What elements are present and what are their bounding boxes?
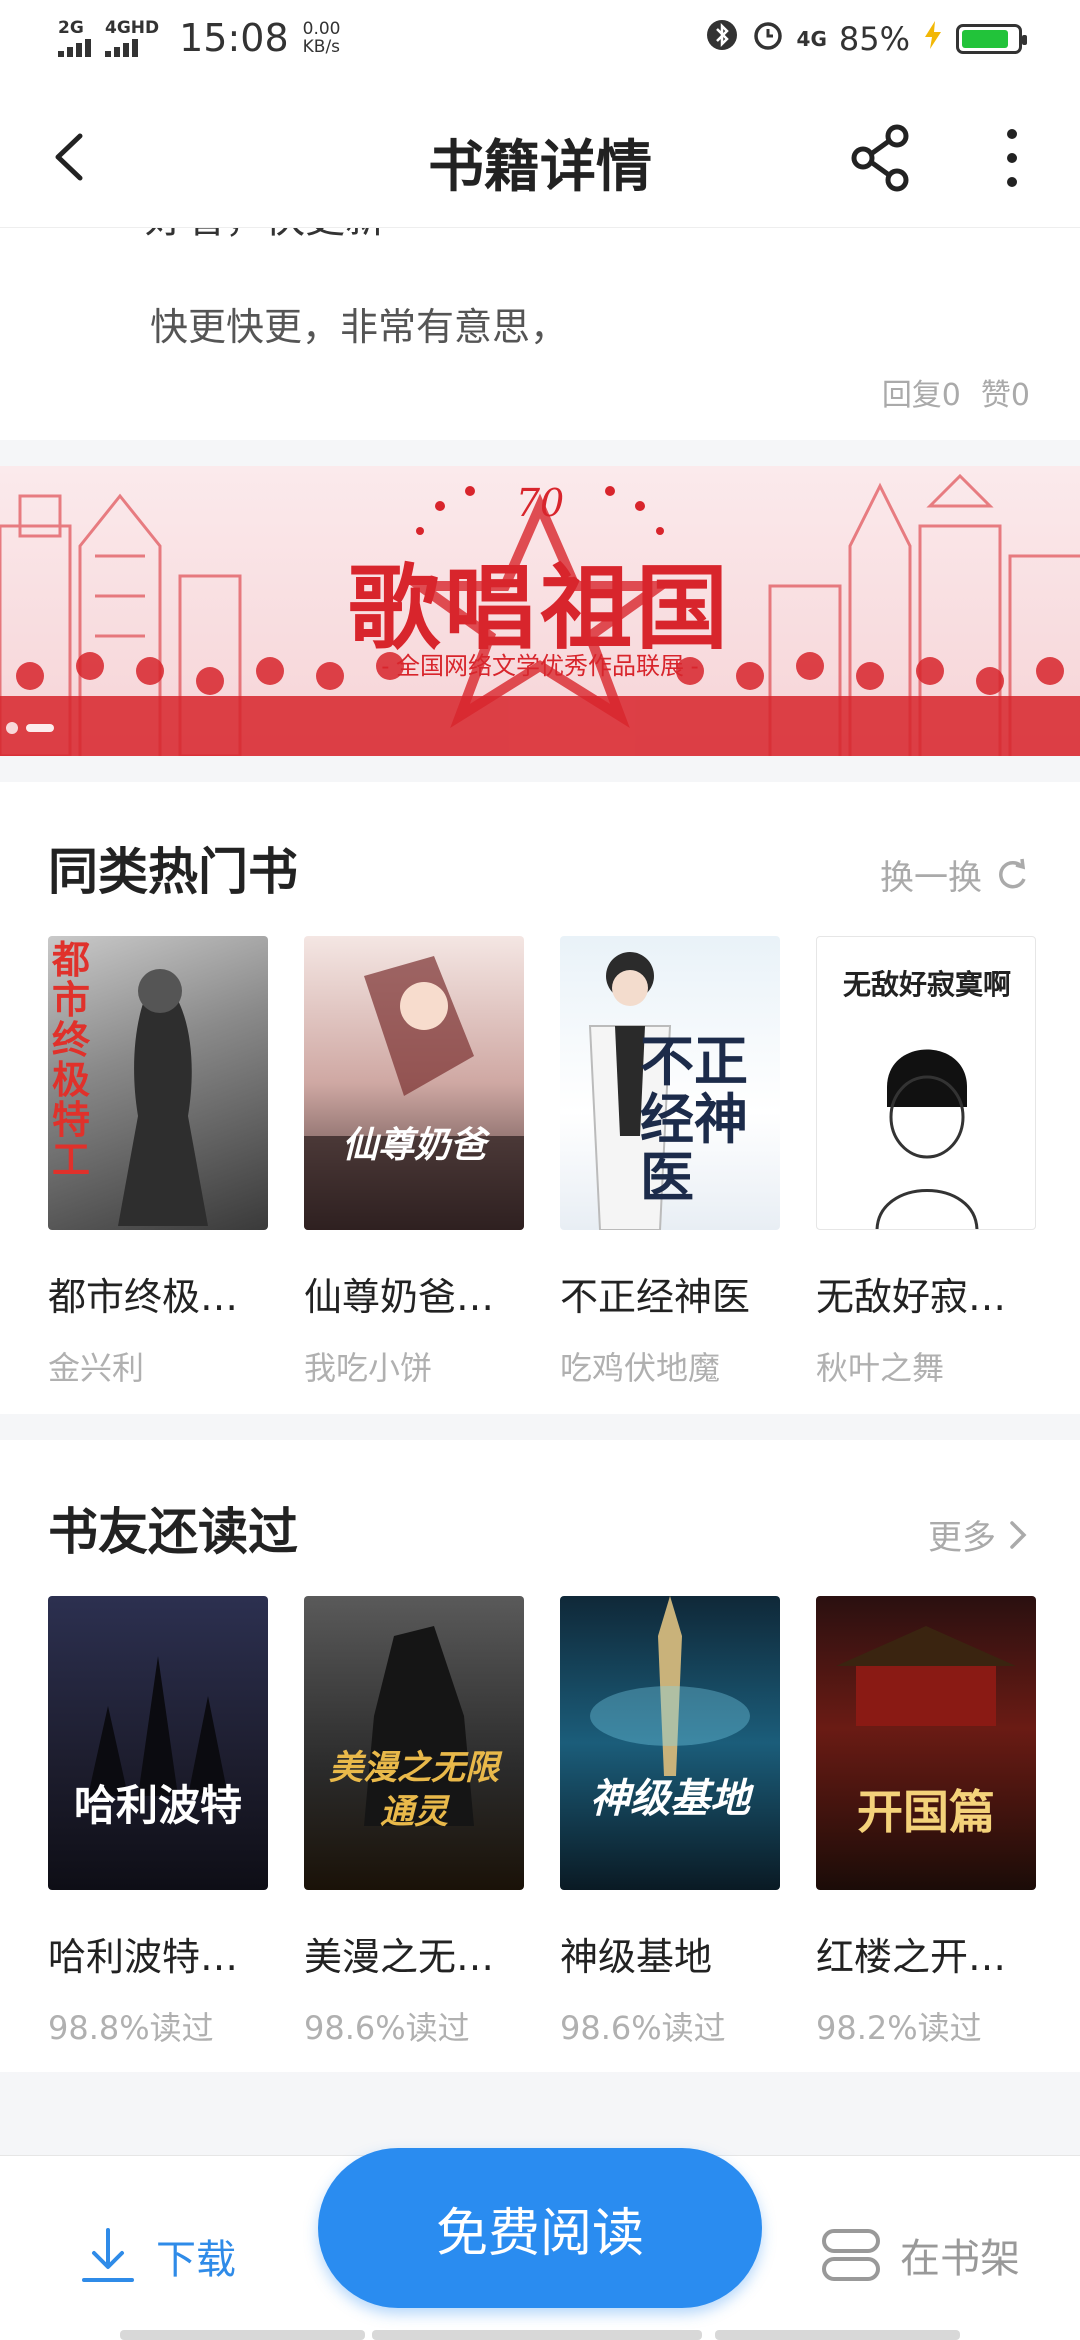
cover-title: 都市终极特工 (52, 937, 91, 1182)
svg-text:70: 70 (516, 481, 564, 525)
book-title: 仙尊奶爸… (304, 1275, 495, 1319)
book-cover: 神级基地 (560, 1596, 780, 1890)
similar-books-section: 同类热门书 换一换 都市终极特工 都市终极… 金兴利 仙尊奶爸 仙尊奶爸… 我吃… (0, 782, 1080, 1414)
divider (0, 756, 1080, 782)
book-card[interactable]: 都市终极特工 都市终极… 金兴利 (48, 936, 268, 1389)
more-button[interactable] (990, 122, 1034, 194)
reply-button[interactable]: 回复0 (882, 370, 961, 414)
book-cover: 开国篇 (816, 1596, 1036, 1890)
bookshelf-icon (822, 2229, 880, 2281)
page-title: 书籍详情 (428, 134, 652, 200)
signal-label: 4GHD (105, 18, 160, 38)
book-cover: 不正经神医 (560, 936, 780, 1230)
signal-label: 2G (58, 18, 84, 38)
book-card[interactable]: 神级基地 神级基地 98.6%读过 (560, 1596, 780, 2049)
book-card[interactable]: 开国篇 红楼之开… 98.2%读过 (816, 1596, 1036, 2049)
network-type: 4G (796, 27, 827, 51)
download-label: 下载 (156, 2237, 236, 2283)
comment-item: 好看，快更新 快更快更，非常有意思， 回复0 赞0 (0, 228, 1080, 440)
section-title: 同类热门书 (48, 842, 298, 901)
refresh-icon (999, 858, 1026, 888)
book-author: 金兴利 (48, 1349, 145, 1387)
book-title: 美漫之无… (304, 1935, 495, 1979)
bluetooth-icon (705, 18, 739, 60)
free-read-button[interactable]: 免费阅读 (318, 2148, 762, 2308)
speed-unit: KB/s (302, 37, 341, 57)
book-card[interactable]: 仙尊奶爸 仙尊奶爸… 我吃小饼 (304, 936, 524, 1389)
network-speed: 0.00 KB/s (303, 20, 341, 56)
book-cover: 仙尊奶爸 (304, 936, 524, 1230)
status-bar: 2G 4GHD 15:08 0.00 KB/s 4G 85% (0, 0, 1080, 84)
clock: 15:08 (179, 16, 289, 60)
battery-fill (962, 30, 1008, 48)
download-icon (82, 2228, 134, 2282)
cover-title: 不正经神医 (640, 1029, 748, 1209)
book-title: 不正经神医 (560, 1275, 751, 1319)
divider (0, 2072, 1080, 2155)
gesture-bar (120, 2330, 365, 2340)
book-author: 吃鸡伏地魔 (560, 1349, 721, 1387)
more-vertical-icon (1007, 129, 1017, 187)
book-cover: 无敌好寂寞啊 (816, 936, 1036, 1230)
read-percentage: 98.8%读过 (48, 2009, 214, 2047)
cover-title: 仙尊奶爸 (341, 1124, 486, 1166)
battery-icon (956, 24, 1027, 54)
book-card[interactable]: 无敌好寂寞啊 无敌好寂… 秋叶之舞 (816, 936, 1036, 1389)
book-card[interactable]: 美漫之无限通灵 美漫之无… 98.6%读过 (304, 1596, 524, 2049)
banner-subtitle: - 全国网络文学优秀作品联展 - (381, 653, 699, 680)
book-author: 我吃小饼 (304, 1349, 433, 1387)
promo-banner[interactable]: 70 歌唱祖国 - 全国网络文学优秀作品联展 - (0, 466, 1080, 756)
more-label: 更多 (928, 1518, 996, 1558)
read-percentage: 98.6%读过 (304, 2009, 470, 2047)
comment-meta: 回复0 赞0 (882, 370, 1030, 414)
comment-previous-text: 好看，快更新 (145, 228, 385, 244)
refresh-label: 换一换 (880, 858, 982, 898)
speed-value: 0.00 (302, 19, 341, 39)
section-title: 书友还读过 (48, 1502, 298, 1561)
battery-percent: 85% (838, 20, 910, 58)
cover-title: 哈利波特 (73, 1781, 242, 1830)
book-card[interactable]: 不正经神医 不正经神医 吃鸡伏地魔 (560, 936, 780, 1389)
share-button[interactable] (845, 122, 917, 194)
share-icon (851, 124, 909, 192)
download-button[interactable]: 下载 (80, 2226, 236, 2286)
read-percentage: 98.6%读过 (560, 2009, 726, 2047)
bookshelf-label: 在书架 (900, 2236, 1020, 2282)
divider (0, 440, 1080, 466)
alarm-icon (751, 18, 785, 60)
book-cover: 哈利波特 (48, 1596, 268, 1890)
book-author: 秋叶之舞 (816, 1349, 945, 1387)
book-title: 哈利波特… (48, 1935, 239, 1979)
read-percentage: 98.2%读过 (816, 2009, 982, 2047)
bookshelf-button[interactable]: 在书架 (820, 2226, 1020, 2284)
signal-2g-icon: 2G (58, 19, 91, 57)
book-title: 红楼之开… (816, 1935, 1007, 1979)
chevron-right-icon (1010, 1520, 1027, 1549)
book-cover: 美漫之无限通灵 (304, 1596, 524, 1890)
divider (0, 1414, 1080, 1440)
book-card[interactable]: 哈利波特 哈利波特… 98.8%读过 (48, 1596, 268, 2049)
book-cover: 都市终极特工 (48, 936, 268, 1230)
book-title: 神级基地 (560, 1935, 713, 1979)
like-button[interactable]: 赞0 (981, 370, 1030, 414)
cover-title: 无敌好寂寞啊 (842, 968, 1011, 1001)
cover-title: 美漫之无限通灵 (329, 1748, 499, 1832)
book-title: 无敌好寂… (816, 1275, 1007, 1319)
gesture-bar (372, 2330, 702, 2340)
navbar: 书籍详情 (0, 84, 1080, 228)
refresh-button[interactable]: 换一换 (880, 850, 1032, 899)
comment-text: 快更快更，非常有意思， (150, 305, 569, 349)
charging-icon (922, 20, 944, 58)
signal-4g-icon: 4GHD (105, 19, 159, 57)
more-link[interactable]: 更多 (928, 1510, 1032, 1559)
cover-title: 开国篇 (857, 1785, 995, 1839)
book-title: 都市终极… (48, 1275, 239, 1319)
cover-title: 神级基地 (590, 1775, 750, 1822)
also-read-section: 书友还读过 更多 哈利波特 哈利波特… 98.8%读过 美漫之无限通灵 美漫之无… (0, 1440, 1080, 2072)
gesture-bar (715, 2330, 960, 2340)
